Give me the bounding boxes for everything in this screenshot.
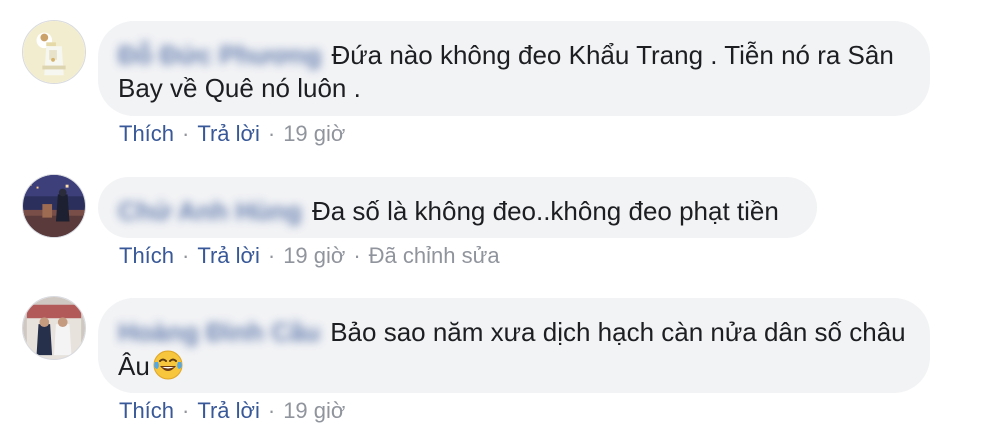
separator: · [267,243,276,268]
timestamp[interactable]: 19 giờ [283,121,345,146]
timestamp[interactable]: 19 giờ [283,243,345,268]
comment-bubble: Chử Anh Hùng Đa số là không đeo..không đe… [98,177,817,238]
tears-of-joy-icon [152,349,184,381]
comment-actions: Thích · Trả lời · 19 giờ [119,121,345,147]
comment-author[interactable]: Chử Anh Hùng [118,195,302,228]
comment-actions: Thích · Trả lời · 19 giờ · Đã chỉnh sửa [119,243,500,269]
reply-link[interactable]: Trả lời [197,243,260,268]
comment-author[interactable]: Hoàng Đình Cầu [118,316,320,349]
comment-bubble: Hoàng Đình Cầu Bảo sao năm xưa dịch hạch … [98,298,930,393]
avatar-image [23,175,85,237]
like-link[interactable]: Thích [119,243,174,268]
separator: · [267,121,276,146]
reply-link[interactable]: Trả lời [197,398,260,423]
comment-bubble: Đỗ Đức Phương Đứa nào không đeo Khẩu Tran… [98,21,930,116]
timestamp[interactable]: 19 giờ [283,398,345,423]
like-link[interactable]: Thích [119,398,174,423]
separator: · [182,121,190,146]
avatar[interactable] [22,174,86,238]
reply-link[interactable]: Trả lời [197,121,260,146]
avatar[interactable] [22,20,86,84]
edited-label[interactable]: Đã chỉnh sửa [369,243,500,268]
separator: · [182,398,190,423]
avatar-image [23,21,85,83]
separator: · [267,398,276,423]
separator: · [182,243,190,268]
comment-actions: Thích · Trả lời · 19 giờ [119,398,345,424]
separator: · [353,243,361,268]
avatar-image [23,297,85,359]
avatar[interactable] [22,296,86,360]
comment-text: Đa số là không đeo..không đeo phạt tiền [311,196,779,226]
like-link[interactable]: Thích [119,121,174,146]
comment-author[interactable]: Đỗ Đức Phương [118,39,321,72]
